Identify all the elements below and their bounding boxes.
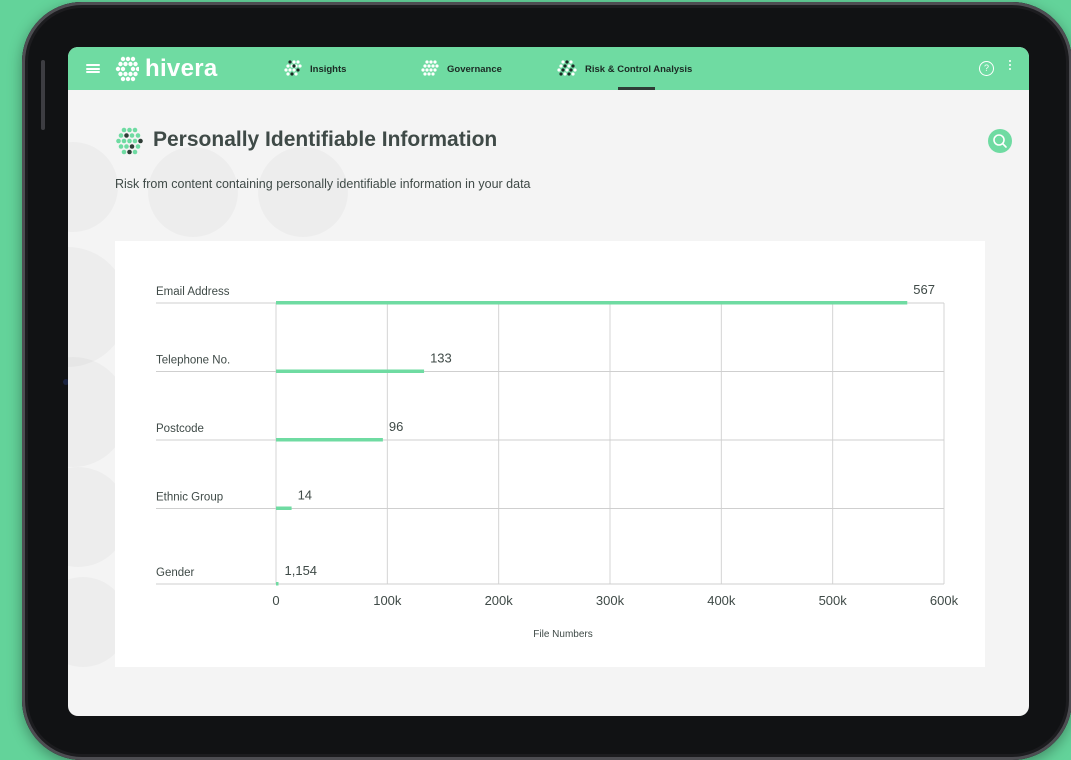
tab-governance[interactable]: Governance: [421, 58, 502, 80]
page-subtitle: Risk from content containing personally …: [115, 177, 531, 191]
app-logo[interactable]: hivera: [115, 55, 218, 83]
search-icon: [993, 134, 1007, 148]
x-axis-title: File Numbers: [533, 629, 592, 640]
x-tick-label: 600k: [930, 593, 959, 608]
bar[interactable]: [276, 369, 425, 374]
bar[interactable]: [276, 582, 279, 586]
top-navigation-bar: hivera Insights Governance Risk & Contro…: [68, 47, 1029, 90]
risk-control-icon: [557, 60, 577, 76]
bar[interactable]: [276, 301, 908, 305]
help-icon[interactable]: ?: [979, 61, 994, 76]
tab-insights[interactable]: Insights: [284, 58, 346, 80]
data-label: 133: [430, 351, 452, 366]
app-screen: hivera Insights Governance Risk & Contro…: [68, 47, 1029, 716]
background-decoration: [68, 142, 118, 232]
tab-risk-control-analysis-label: Risk & Control Analysis: [585, 63, 693, 75]
data-label: 96: [389, 419, 403, 434]
tab-insights-label: Insights: [310, 63, 347, 75]
background-decoration: [258, 147, 348, 237]
hamburger-menu-icon[interactable]: [86, 64, 100, 73]
active-tab-indicator: [618, 87, 655, 90]
tab-risk-control-analysis[interactable]: Risk & Control Analysis: [557, 58, 692, 80]
x-tick-label: 100k: [373, 593, 402, 608]
pii-bar-chart: 0 100k 200k 300k 400k 500k 600k Email Address 56…: [156, 282, 959, 640]
background-decoration: [148, 147, 238, 237]
data-label: 1,154: [285, 563, 318, 578]
category-label: Telephone No.: [156, 355, 230, 367]
x-tick-label: 500k: [819, 593, 848, 608]
app-name: hivera: [145, 55, 218, 82]
data-label: 14: [298, 488, 312, 503]
category-label: Gender: [156, 567, 195, 579]
pii-section-icon: [116, 127, 143, 155]
x-tick-label: 0: [272, 593, 279, 608]
governance-icon: [421, 60, 439, 76]
more-vertical-icon[interactable]: [1007, 60, 1013, 76]
insights-icon: [284, 60, 302, 76]
x-tick-label: 200k: [485, 593, 514, 608]
page-title: Personally Identifiable Information: [153, 128, 498, 151]
x-tick-label: 400k: [707, 593, 736, 608]
bar[interactable]: [276, 506, 292, 511]
bar[interactable]: [276, 438, 383, 442]
x-tick-label: 300k: [596, 593, 625, 608]
category-label: Email Address: [156, 286, 230, 298]
hexagon-dots-logo-icon: [115, 56, 139, 82]
category-label: Ethnic Group: [156, 492, 223, 504]
data-label: 567: [913, 282, 935, 297]
tablet-side-button: [41, 60, 45, 130]
category-label: Postcode: [156, 423, 204, 435]
search-button[interactable]: [988, 129, 1012, 153]
chart-card: 0 100k 200k 300k 400k 500k 600k Email Address 56…: [115, 241, 985, 667]
tab-governance-label: Governance: [447, 63, 502, 75]
